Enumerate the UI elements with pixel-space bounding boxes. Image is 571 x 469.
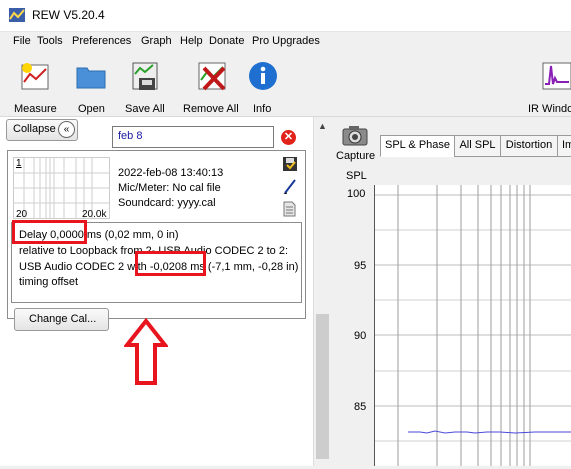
menu-bar: File Tools Preferences Graph Help Donate…	[0, 32, 571, 52]
capture-label: Capture	[336, 150, 376, 162]
pen-icon[interactable]	[283, 178, 297, 194]
spl-graph-area[interactable]	[374, 185, 571, 466]
ir-windows-label: IR Window	[528, 103, 571, 115]
y-tick-85: 85	[354, 401, 367, 413]
ir-windows-icon	[542, 62, 571, 90]
spl-trace	[408, 430, 571, 434]
tab-distortion[interactable]: Distortion	[500, 135, 558, 157]
folder-icon	[76, 67, 106, 89]
scroll-up-icon[interactable]: ▲	[318, 121, 327, 131]
info-label: Info	[253, 103, 272, 115]
change-cal-button[interactable]: Change Cal...	[14, 308, 109, 331]
camera-icon	[342, 126, 368, 146]
spl-graph-canvas	[375, 185, 571, 466]
notes-document-icon[interactable]	[283, 201, 296, 217]
menu-help[interactable]: Help	[180, 35, 203, 47]
save-all-icon	[132, 62, 158, 90]
info-icon	[249, 62, 277, 90]
tab-spl-phase[interactable]: SPL & Phase	[380, 135, 455, 157]
y-tick-95: 95	[354, 260, 367, 272]
rew-app-icon	[9, 8, 25, 22]
collapse-button[interactable]: Collapse «	[6, 119, 78, 141]
scrollbar-thumb[interactable]	[316, 314, 329, 459]
remove-all-icon	[198, 62, 226, 91]
menu-donate[interactable]: Donate	[209, 35, 244, 47]
measure-label: Measure	[14, 103, 57, 115]
tab-more[interactable]: Im	[557, 135, 571, 157]
save-all-label: Save All	[125, 103, 165, 115]
menu-tools[interactable]: Tools	[37, 35, 63, 47]
tab-all-spl[interactable]: All SPL	[454, 135, 501, 157]
soundcard-info: Soundcard: yyyy.cal	[118, 197, 216, 209]
menu-pro-upgrades[interactable]: Pro Upgrades	[252, 35, 320, 47]
open-label: Open	[78, 103, 105, 115]
measurement-name-field[interactable]: feb 8	[112, 126, 274, 148]
highlight-box-offset	[135, 251, 206, 276]
thumbnail-x-start: 20	[16, 209, 28, 220]
menu-preferences[interactable]: Preferences	[72, 35, 131, 47]
menu-file[interactable]: File	[13, 35, 31, 47]
measure-icon	[21, 63, 49, 90]
window-title: REW V5.20.4	[32, 8, 105, 22]
y-tick-100: 100	[347, 188, 366, 200]
measurement-date: 2022-feb-08 13:40:13	[118, 167, 224, 179]
highlight-box-delay	[12, 220, 87, 244]
collapse-label: Collapse	[13, 123, 56, 135]
thumbnail-x-end: 20.0k	[82, 209, 107, 220]
measurement-name-value: feb 8	[118, 130, 143, 142]
change-cal-label: Change Cal...	[29, 313, 97, 325]
save-measurement-icon[interactable]	[282, 156, 298, 172]
y-axis-label: SPL	[346, 170, 367, 182]
panel-scrollbar[interactable]: ▲	[313, 117, 331, 466]
mic-meter-info: Mic/Meter: No cal file	[118, 182, 221, 194]
y-tick-90: 90	[354, 330, 367, 342]
toolbar: Measure Open Save All Remove All Info IR…	[0, 52, 571, 117]
measurement-index: 1	[16, 158, 22, 169]
red-up-arrow	[124, 318, 168, 385]
remove-all-label: Remove All	[183, 103, 239, 115]
title-bar: REW V5.20.4	[0, 0, 571, 32]
delete-measurement-icon[interactable]: ✕	[281, 130, 296, 145]
double-chevron-left-icon: «	[58, 121, 75, 138]
menu-graph[interactable]: Graph	[141, 35, 172, 47]
notes-line-timing: timing offset	[19, 276, 79, 288]
